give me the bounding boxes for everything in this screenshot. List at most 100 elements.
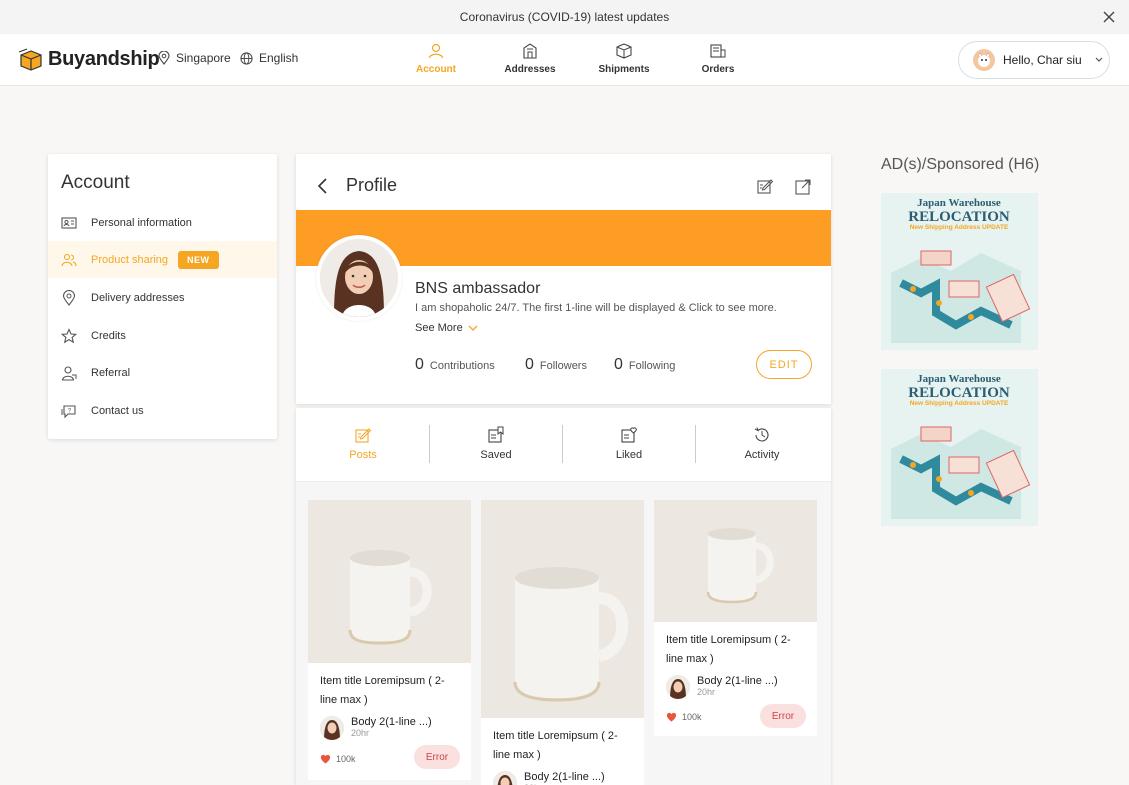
author-avatar-icon bbox=[493, 771, 517, 785]
share-external-icon[interactable] bbox=[794, 178, 812, 196]
status-badge: Error bbox=[414, 745, 460, 769]
heart-icon bbox=[320, 754, 331, 764]
warehouse-relocation-ad-image: Japan Warehouse RELOCATION New Shipping … bbox=[881, 369, 1038, 526]
profile-name: BNS ambassador bbox=[415, 280, 541, 297]
bookmark-list-icon bbox=[488, 426, 504, 443]
nav-addresses[interactable]: Addresses bbox=[495, 42, 565, 75]
sidebar-item-contact-us[interactable]: ? Contact us bbox=[48, 392, 277, 429]
nav-shipments[interactable]: Shipments bbox=[589, 42, 659, 75]
chat-icon: ? bbox=[61, 404, 76, 418]
ad-banner[interactable]: Japan Warehouse RELOCATION New Shipping … bbox=[881, 369, 1038, 526]
svg-text:Japan Warehouse: Japan Warehouse bbox=[917, 197, 1001, 209]
profile-avatar[interactable] bbox=[316, 235, 402, 321]
users-icon bbox=[61, 253, 77, 266]
post-image bbox=[308, 500, 471, 663]
tab-saved[interactable]: Saved bbox=[429, 426, 563, 461]
post-card[interactable]: Item title Loremipsum ( 2-line max ) Bod… bbox=[481, 500, 644, 785]
warehouse-relocation-ad-image: Japan Warehouse RELOCATION New Shipping … bbox=[881, 193, 1038, 350]
profile-card: Profile BNS ambassador I am shopaholic 2… bbox=[296, 154, 831, 404]
language-label: English bbox=[259, 51, 299, 65]
language-selector[interactable]: English bbox=[240, 51, 298, 65]
profile-bio: I am shopaholic 24/7. The first 1-line w… bbox=[415, 302, 777, 314]
announcement-banner: Coronavirus (COVID-19) latest updates bbox=[0, 0, 1129, 34]
sidebar-item-personal-information[interactable]: Personal information bbox=[48, 204, 277, 241]
building-icon bbox=[523, 43, 537, 59]
post-image bbox=[481, 500, 644, 718]
location-pin-icon bbox=[158, 51, 170, 65]
chevron-down-icon bbox=[1095, 57, 1103, 62]
posts-grid: Item title Loremipsum ( 2-line max ) Bod… bbox=[296, 482, 831, 785]
post-title: Item title Loremipsum ( 2-line max ) bbox=[666, 634, 791, 665]
brand-logo[interactable]: Buyandship bbox=[18, 47, 160, 71]
account-sidebar: Account Personal information Product sha… bbox=[48, 154, 277, 439]
box-icon bbox=[616, 43, 632, 59]
edit-profile-button[interactable]: EDIT bbox=[756, 350, 812, 379]
sidebar-item-label: Product sharing bbox=[91, 253, 169, 266]
tab-posts[interactable]: Posts bbox=[296, 426, 430, 461]
user-greeting: Hello, Char siu bbox=[1003, 53, 1082, 67]
see-more-link[interactable]: See More bbox=[415, 322, 479, 334]
ads-title: AD(s)/Sponsored (H6) bbox=[881, 156, 1040, 173]
nav-account[interactable]: Account bbox=[401, 42, 471, 75]
close-icon[interactable] bbox=[1101, 9, 1117, 25]
post-author[interactable]: Body 2(1-line ...)20hr bbox=[320, 716, 432, 740]
nav-orders[interactable]: Orders bbox=[683, 42, 753, 75]
post-likes[interactable]: 100k bbox=[666, 712, 702, 722]
avatar bbox=[320, 716, 344, 740]
location-pin-icon bbox=[62, 289, 76, 306]
post-image bbox=[654, 500, 817, 622]
ad-banner[interactable]: Japan Warehouse RELOCATION New Shipping … bbox=[881, 193, 1038, 350]
id-card-icon bbox=[61, 216, 77, 229]
user-icon bbox=[428, 43, 444, 59]
tab-activity[interactable]: Activity bbox=[695, 426, 829, 461]
sidebar-item-referral[interactable]: Referral bbox=[48, 354, 277, 391]
stat-followers[interactable]: 0 Followers bbox=[525, 356, 587, 374]
sidebar-item-credits[interactable]: Credits bbox=[48, 317, 277, 354]
svg-text:Japan Warehouse: Japan Warehouse bbox=[917, 373, 1001, 385]
avatar bbox=[666, 675, 690, 699]
history-icon bbox=[754, 427, 769, 442]
user-add-icon bbox=[61, 365, 77, 381]
back-arrow-icon[interactable] bbox=[316, 177, 330, 195]
mug-image-icon bbox=[654, 500, 817, 622]
location-label: Singapore bbox=[176, 51, 231, 65]
post-author[interactable]: Body 2(1-line ...)20hr bbox=[666, 675, 778, 699]
site-header: Buyandship Singapore English Account Add… bbox=[0, 34, 1129, 86]
posts-panel: Posts Saved Liked Activity Item title Lo… bbox=[296, 408, 831, 785]
sidebar-item-label: Referral bbox=[91, 366, 131, 379]
receipt-icon bbox=[710, 44, 726, 58]
post-likes[interactable]: 100k bbox=[320, 754, 356, 764]
location-selector[interactable]: Singapore bbox=[158, 51, 231, 65]
heart-list-icon bbox=[621, 427, 637, 443]
post-card[interactable]: Item title Loremipsum ( 2-line max ) Bod… bbox=[654, 500, 817, 736]
tab-liked[interactable]: Liked bbox=[562, 426, 696, 461]
parcel-logo-icon bbox=[18, 48, 42, 71]
author-avatar-icon bbox=[320, 716, 344, 740]
post-author[interactable]: Body 2(1-line ...)20hr bbox=[493, 771, 605, 785]
post-card[interactable]: Item title Loremipsum ( 2-line max ) Bod… bbox=[308, 500, 471, 780]
svg-text:New Shipping Address UPDATE: New Shipping Address UPDATE bbox=[910, 400, 1009, 407]
author-avatar-icon bbox=[666, 675, 690, 699]
banner-text[interactable]: Coronavirus (COVID-19) latest updates bbox=[460, 10, 669, 24]
svg-text:New Shipping Address UPDATE: New Shipping Address UPDATE bbox=[910, 224, 1009, 231]
mug-image-icon bbox=[308, 500, 471, 663]
sidebar-item-product-sharing[interactable]: Product sharing NEW bbox=[48, 241, 277, 278]
new-badge: NEW bbox=[178, 250, 219, 269]
chevron-down-icon bbox=[468, 325, 478, 331]
stat-following[interactable]: 0 Following bbox=[614, 356, 675, 374]
user-menu[interactable]: Hello, Char siu bbox=[958, 41, 1110, 79]
edit-note-icon[interactable] bbox=[756, 177, 774, 195]
mug-image-icon bbox=[481, 500, 644, 718]
account-title: Account bbox=[61, 172, 130, 193]
profile-tabs: Posts Saved Liked Activity bbox=[296, 408, 831, 482]
avatar bbox=[973, 49, 995, 71]
brand-name: Buyandship bbox=[48, 47, 160, 70]
page-title: Profile bbox=[346, 175, 398, 195]
post-edit-icon bbox=[355, 428, 372, 443]
sidebar-item-label: Credits bbox=[91, 329, 126, 342]
pet-avatar-icon bbox=[977, 52, 991, 67]
sidebar-item-delivery-addresses[interactable]: Delivery addresses bbox=[48, 279, 277, 316]
stat-contributions[interactable]: 0 Contributions bbox=[415, 356, 495, 374]
post-title: Item title Loremipsum ( 2-line max ) bbox=[320, 675, 445, 706]
globe-icon bbox=[240, 51, 253, 65]
